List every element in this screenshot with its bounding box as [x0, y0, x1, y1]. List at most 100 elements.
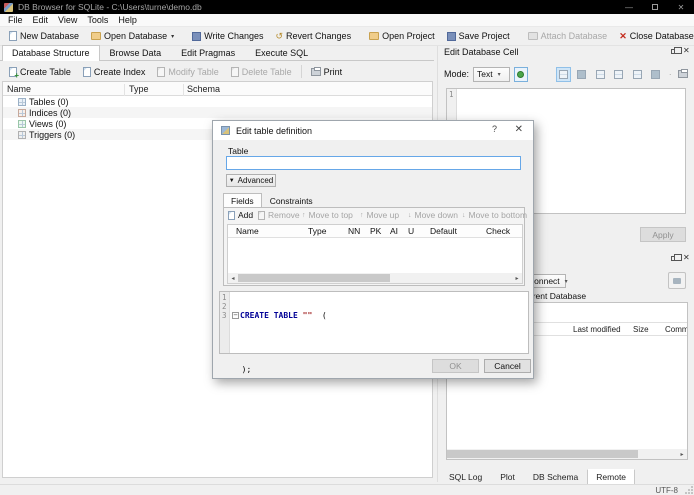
arrow-up-icon: ↑: [302, 211, 306, 219]
write-changes-button[interactable]: Write Changes: [186, 29, 269, 43]
create-index-button[interactable]: Create Index: [77, 65, 152, 79]
set-null-icon: [632, 69, 642, 79]
create-index-icon: [82, 66, 91, 77]
encoding-indicator[interactable]: UTF-8: [655, 486, 678, 495]
tree-item-indices[interactable]: Indices (0): [3, 107, 432, 118]
minimize-button[interactable]: —: [616, 0, 642, 14]
column-u[interactable]: U: [408, 226, 414, 236]
column-commit[interactable]: Commit: [665, 325, 687, 334]
float-panel-icon[interactable]: [671, 253, 682, 261]
tab-execute-sql[interactable]: Execute SQL: [245, 45, 318, 60]
binary-mode-button[interactable]: [575, 67, 589, 82]
menu-view[interactable]: View: [53, 15, 82, 25]
tab-constraints[interactable]: Constraints: [262, 193, 321, 208]
save-project-button[interactable]: Save Project: [441, 29, 516, 43]
scrollbar-thumb[interactable]: [238, 274, 390, 282]
tree-column-name[interactable]: Name: [7, 84, 31, 94]
column-check[interactable]: Check: [486, 226, 510, 236]
column-pk[interactable]: PK: [370, 226, 381, 236]
fold-marker-icon[interactable]: −: [232, 312, 239, 319]
close-database-icon: ✕: [619, 30, 627, 41]
resize-grip[interactable]: [685, 486, 693, 494]
tab-edit-pragmas[interactable]: Edit Pragmas: [171, 45, 245, 60]
float-panel-icon[interactable]: [671, 46, 682, 54]
export-icon: [614, 69, 624, 79]
tree-header: Name Type Schema: [3, 82, 432, 96]
sql-preview: 1 2 3 − CREATE TABLE "" ( );: [219, 291, 529, 374]
menu-edit[interactable]: Edit: [28, 15, 54, 25]
remote-upload-button[interactable]: [668, 272, 686, 289]
window-title: DB Browser for SQLite - C:\Users\turne\d…: [18, 2, 202, 12]
dialog-title: Edit table definition: [236, 125, 313, 136]
text-mode-icon: [558, 69, 568, 79]
open-project-icon: [369, 32, 380, 40]
upload-icon: [673, 277, 681, 284]
dialog-close-button[interactable]: ✕: [515, 124, 523, 135]
new-database-button[interactable]: New Database: [3, 29, 85, 43]
export-button[interactable]: [612, 67, 626, 82]
scrollbar-thumb[interactable]: [447, 450, 638, 458]
revert-changes-button[interactable]: ↺ Revert Changes: [269, 29, 357, 43]
delete-table-icon: [230, 66, 239, 77]
new-database-icon: [9, 31, 17, 41]
maximize-button[interactable]: [642, 0, 668, 14]
create-table-icon: +: [9, 66, 19, 79]
column-name[interactable]: Name: [236, 226, 259, 236]
attach-database-button: Attach Database: [522, 29, 614, 43]
column-size[interactable]: Size: [633, 325, 649, 334]
fullscreen-icon: [651, 69, 661, 79]
edit-cell-panel-title: Edit Database Cell: [444, 47, 519, 57]
tree-column-schema[interactable]: Schema: [187, 84, 220, 94]
column-ai[interactable]: AI: [390, 226, 398, 236]
create-table-button[interactable]: + Create Table: [3, 65, 77, 79]
column-nn[interactable]: NN: [348, 226, 360, 236]
import-button[interactable]: [593, 67, 607, 82]
print-cell-button[interactable]: [676, 67, 690, 82]
minimize-icon: —: [625, 2, 633, 12]
add-field-button[interactable]: Add: [228, 210, 253, 220]
advanced-toggle-button[interactable]: ▼ Advanced: [226, 174, 276, 187]
scroll-right-icon[interactable]: ▸: [512, 273, 522, 283]
column-last-modified[interactable]: Last modified: [573, 325, 621, 334]
fullscreen-button[interactable]: [648, 67, 662, 82]
main-tab-bar: Database Structure Browse Data Edit Prag…: [0, 45, 434, 61]
fields-horizontal-scrollbar[interactable]: ◂ ▸: [228, 273, 522, 283]
open-project-button[interactable]: Open Project: [363, 29, 441, 43]
binary-mode-icon: [577, 69, 587, 79]
column-type[interactable]: Type: [308, 226, 326, 236]
close-panel-icon[interactable]: ✕: [683, 47, 690, 55]
table-name-input[interactable]: [226, 156, 521, 170]
move-down-button: ↓ Move down: [408, 210, 458, 220]
tree-column-type[interactable]: Type: [129, 84, 149, 94]
close-panel-icon[interactable]: ✕: [683, 254, 690, 262]
open-database-dropdown-icon[interactable]: ▾: [171, 33, 174, 40]
tree-item-tables[interactable]: Tables (0): [3, 96, 432, 107]
dialog-title-bar[interactable]: Edit table definition ? ✕: [213, 121, 533, 140]
open-database-button[interactable]: Open Database ▾: [85, 29, 180, 43]
tab-browse-data[interactable]: Browse Data: [100, 45, 172, 60]
dialog-tab-bar: Fields Constraints: [223, 192, 321, 209]
set-null-button[interactable]: [630, 67, 644, 82]
scroll-left-icon[interactable]: ◂: [228, 273, 238, 283]
remote-horizontal-scrollbar[interactable]: ▸: [447, 449, 687, 459]
tab-database-structure[interactable]: Database Structure: [2, 45, 100, 61]
title-bar: DB Browser for SQLite - C:\Users\turne\d…: [0, 0, 694, 14]
close-button[interactable]: ✕: [668, 0, 694, 14]
scroll-right-icon[interactable]: ▸: [677, 449, 687, 459]
print-button[interactable]: Print: [305, 65, 349, 79]
dialog-help-button[interactable]: ?: [492, 124, 497, 134]
auto-switch-mode-button[interactable]: [513, 66, 529, 82]
mode-select[interactable]: Text ▾: [473, 66, 510, 82]
menu-file[interactable]: File: [3, 15, 28, 25]
close-database-button[interactable]: ✕ Close Database: [613, 29, 694, 43]
menu-help[interactable]: Help: [113, 15, 142, 25]
cancel-button[interactable]: Cancel: [484, 359, 531, 373]
menu-tools[interactable]: Tools: [82, 15, 113, 25]
triggers-icon: [18, 130, 26, 139]
open-database-icon: [91, 32, 102, 40]
import-icon: [595, 69, 605, 79]
text-mode-button[interactable]: [556, 66, 571, 82]
column-default[interactable]: Default: [430, 226, 457, 236]
sql-code: − CREATE TABLE "" ( );: [232, 311, 327, 374]
move-to-top-button: ↑ Move to top: [302, 210, 353, 220]
